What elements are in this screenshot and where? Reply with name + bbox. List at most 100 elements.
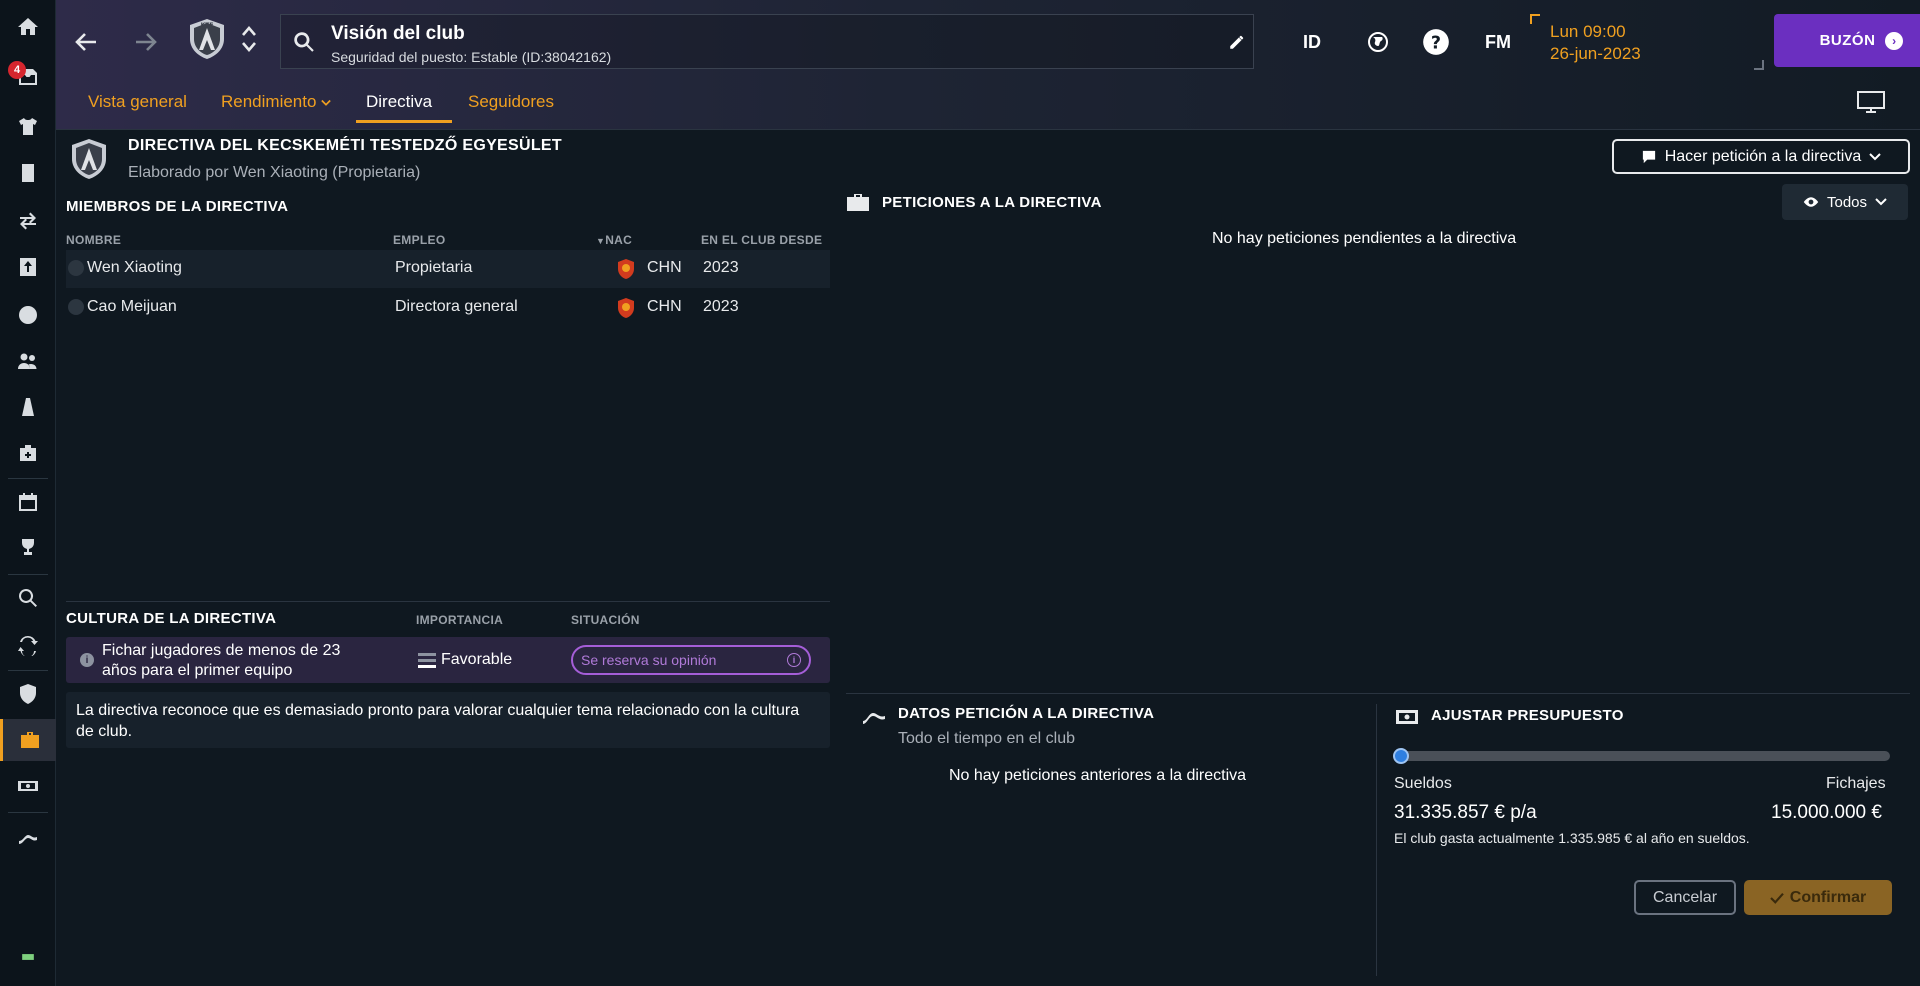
help-icon[interactable]: ? <box>1420 26 1452 58</box>
monitor-icon[interactable] <box>1856 90 1886 114</box>
chevron-up-icon[interactable] <box>240 24 258 38</box>
transfers-label: Fichajes <box>1826 775 1886 792</box>
budget-heading: AJUSTAR PRESUPUESTO <box>1431 707 1624 724</box>
col-name[interactable]: NOMBRE <box>66 233 121 247</box>
home-icon[interactable] <box>0 6 56 48</box>
request-data-heading: DATOS PETICIÓN A LA DIRECTIVA <box>898 705 1155 722</box>
chevron-down-icon <box>1875 198 1887 206</box>
board-title: DIRECTIVA DEL KECSKEMÉTI TESTEDZŐ EGYESÜ… <box>128 137 562 154</box>
filter-dropdown[interactable]: Todos <box>1782 184 1908 220</box>
request-data-sub: Todo el tiempo en el club <box>898 730 1075 747</box>
make-request-button[interactable]: Hacer petición a la directiva <box>1612 139 1910 174</box>
members-heading: MIEMBROS DE LA DIRECTIVA <box>66 198 289 215</box>
member-role: Directora general <box>395 298 518 315</box>
col-situation: SITUACIÓN <box>571 613 640 627</box>
globe-icon[interactable] <box>1362 26 1394 58</box>
wages-value: 31.335.857 € p/a <box>1394 802 1537 823</box>
edit-icon[interactable] <box>1222 26 1252 58</box>
training-icon[interactable] <box>0 386 56 428</box>
info-icon[interactable]: i <box>80 653 94 667</box>
china-flag-icon <box>618 298 634 318</box>
briefcase-icon <box>847 194 869 211</box>
board-subtitle: Elaborado por Wen Xiaoting (Propietaria) <box>128 164 421 181</box>
member-nat: CHN <box>647 259 682 276</box>
stats-icon[interactable] <box>0 815 56 857</box>
col-importance: IMPORTANCIA <box>416 613 504 627</box>
club-switcher[interactable] <box>236 22 262 62</box>
col-role[interactable]: EMPLEO <box>393 233 445 247</box>
inbox-button[interactable]: BUZÓN › <box>1774 14 1920 67</box>
search-icon <box>294 32 314 52</box>
member-since: 2023 <box>703 298 739 315</box>
tab-board[interactable]: Directiva <box>366 92 432 112</box>
make-request-label: Hacer petición a la directiva <box>1664 147 1862 165</box>
importance-icon <box>418 653 436 668</box>
situation-badge[interactable]: Se reserva su opinión i <box>571 645 811 675</box>
table-row[interactable]: Wen Xiaoting Propietaria CHN 2023 <box>66 250 830 288</box>
member-since: 2023 <box>703 259 739 276</box>
member-role: Propietaria <box>395 259 473 276</box>
cancel-label: Cancelar <box>1652 888 1718 906</box>
finances-icon[interactable] <box>0 765 56 807</box>
chevron-down-icon[interactable] <box>240 40 258 54</box>
back-button[interactable] <box>68 22 104 62</box>
scouting-icon[interactable] <box>0 294 56 336</box>
tab-performance-label: Rendimiento <box>221 92 317 111</box>
club-crest-icon <box>72 139 106 179</box>
cancel-button[interactable]: Cancelar <box>1634 880 1736 915</box>
id-button[interactable]: ID <box>1296 26 1328 58</box>
culture-item-text: Fichar jugadores de menos de 23 años par… <box>102 642 341 679</box>
sidebar: 4 <box>0 0 56 986</box>
arrow-right-icon: › <box>1885 31 1904 50</box>
medical-icon[interactable] <box>0 432 56 474</box>
club-icon[interactable] <box>0 673 56 715</box>
table-row[interactable]: Cao Meijuan Directora general CHN 2023 <box>66 289 830 327</box>
refresh-icon[interactable] <box>0 623 56 665</box>
active-tab-indicator <box>356 120 452 123</box>
development-icon[interactable] <box>0 246 56 288</box>
culture-importance: Favorable <box>441 651 513 668</box>
info-icon[interactable]: i <box>787 653 801 667</box>
forward-button[interactable] <box>128 22 164 62</box>
staff-icon[interactable] <box>0 340 56 382</box>
squad-icon[interactable] <box>0 106 56 148</box>
tab-performance[interactable]: Rendimiento <box>221 92 331 112</box>
member-nat: CHN <box>647 298 682 315</box>
board-icon[interactable] <box>0 719 56 761</box>
no-previous-requests: No hay peticiones anteriores a la direct… <box>949 767 1247 784</box>
header: KTE Visión del club Seguridad del puesto… <box>56 0 1920 130</box>
search-box[interactable]: Visión del club Seguridad del puesto: Es… <box>280 14 1254 69</box>
finances-icon <box>1396 710 1418 724</box>
page-title: Visión del club <box>331 23 465 44</box>
eye-icon <box>1803 197 1819 207</box>
tab-overview[interactable]: Vista general <box>88 92 187 112</box>
member-name: Cao Meijuan <box>87 298 177 315</box>
confirm-label: Confirmar <box>1789 888 1867 906</box>
game-date: 26-jun-2023 <box>1550 44 1641 63</box>
culture-note-text: La directiva reconoce que es demasiado p… <box>76 702 800 740</box>
date-display[interactable]: Lun 09:00 26-jun-2023 <box>1530 14 1764 70</box>
inbox-icon[interactable]: 4 <box>0 56 56 98</box>
col-nat[interactable]: ▼NAC <box>596 233 632 247</box>
inbox-button-label: BUZÓN <box>1819 32 1876 49</box>
fm-button[interactable]: FM <box>1478 26 1518 58</box>
budget-slider-handle[interactable] <box>1393 748 1409 764</box>
competitions-icon[interactable] <box>0 527 56 569</box>
filter-label: Todos <box>1826 193 1868 211</box>
member-name: Wen Xiaoting <box>87 259 182 276</box>
club-crest-icon[interactable]: KTE <box>184 16 230 62</box>
speech-bubble-icon <box>1642 150 1655 163</box>
schedule-icon[interactable] <box>0 481 56 523</box>
col-since[interactable]: EN EL CLUB DESDE <box>701 233 822 247</box>
board-panel: DIRECTIVA DEL KECSKEMÉTI TESTEDZŐ EGYESÜ… <box>66 130 830 986</box>
culture-item[interactable]: i Fichar jugadores de menos de 23 años p… <box>66 637 830 683</box>
transfers-icon[interactable] <box>0 200 56 242</box>
tactics-icon[interactable] <box>0 152 56 194</box>
wages-label: Sueldos <box>1394 775 1452 792</box>
requests-panel: Hacer petición a la directiva PETICIONES… <box>846 130 1910 986</box>
check-icon <box>1770 892 1784 904</box>
search-icon[interactable] <box>0 577 56 619</box>
confirm-button[interactable]: Confirmar <box>1744 880 1892 915</box>
tab-supporters[interactable]: Seguidores <box>468 92 554 112</box>
budget-slider[interactable] <box>1394 751 1890 761</box>
